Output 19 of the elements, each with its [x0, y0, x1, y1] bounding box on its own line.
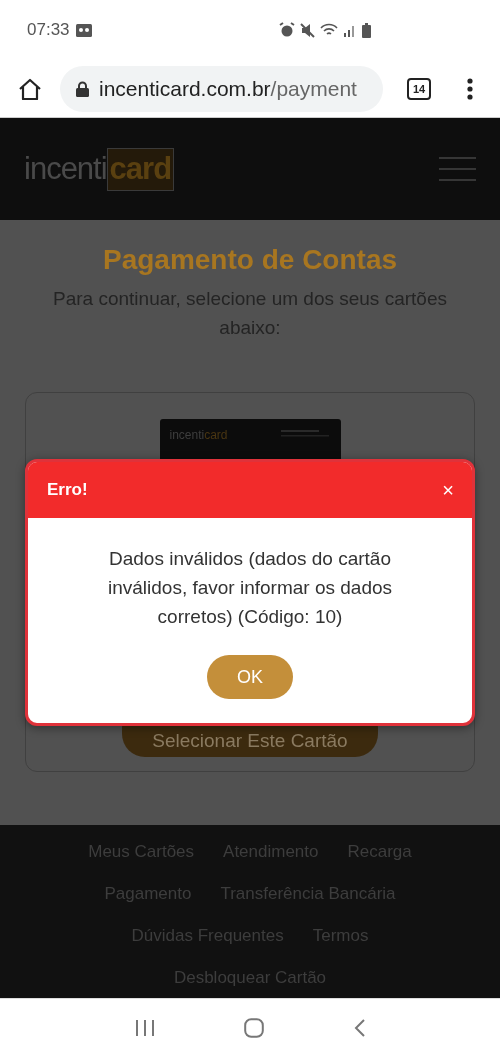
- clock-time: 07:33: [27, 20, 70, 40]
- dialog-title: Erro!: [47, 480, 88, 500]
- ok-button[interactable]: OK: [207, 655, 293, 699]
- alarm-icon: [279, 22, 295, 38]
- voicemail-icon: [75, 23, 92, 37]
- text-lines-icon: [280, 428, 331, 440]
- more-icon[interactable]: [467, 77, 473, 100]
- battery-icon: [362, 22, 371, 38]
- recent-apps-icon[interactable]: [134, 1019, 155, 1036]
- page-title: Pagamento de Contas: [102, 244, 398, 276]
- home-icon[interactable]: [18, 77, 42, 100]
- mute-icon: [300, 22, 315, 38]
- wifi-icon: [320, 23, 338, 37]
- signal-icon: [343, 23, 357, 37]
- error-message: Dados inválidos (dados do cartão inválidos, favor informar os dados corretos) (Código: 10): [106, 547, 394, 629]
- close-button[interactable]: ×: [442, 478, 454, 502]
- address-bar[interactable]: incenticard.com.br/payment: [60, 65, 383, 112]
- tab-count[interactable]: 14: [407, 77, 431, 100]
- back-icon[interactable]: [354, 1018, 366, 1037]
